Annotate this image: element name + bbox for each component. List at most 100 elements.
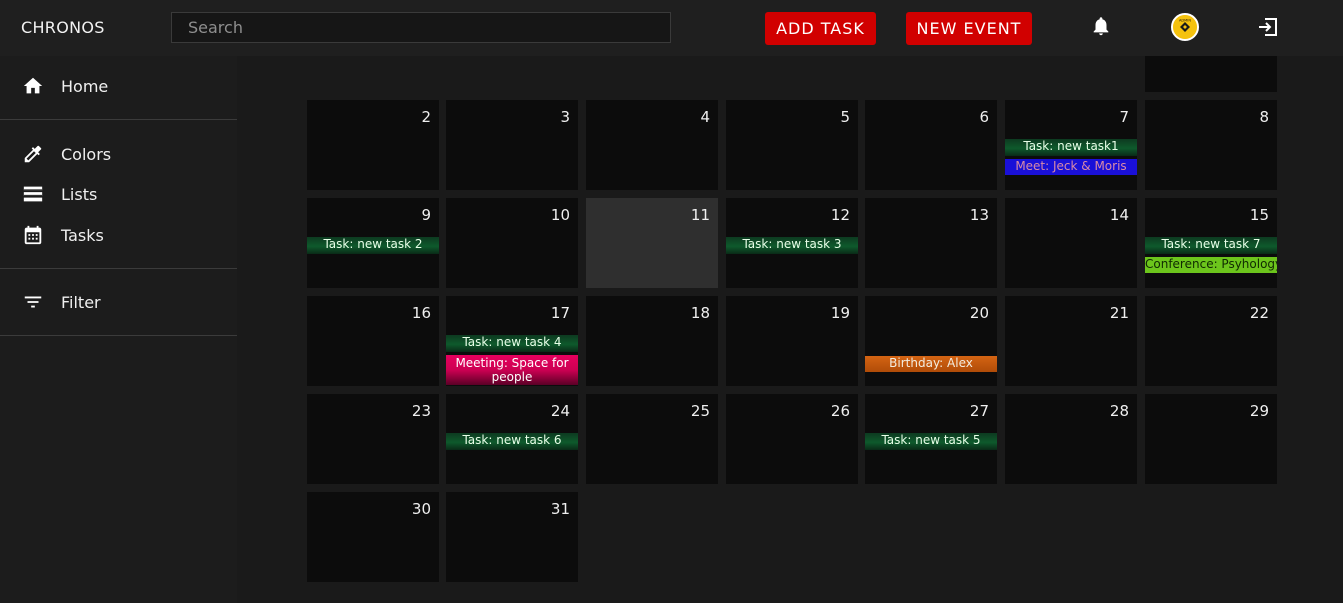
event-task[interactable]: Task: new task 4: [446, 335, 578, 352]
bell-icon[interactable]: [1090, 14, 1112, 38]
day-number: 24: [550, 402, 570, 420]
day-number: 25: [690, 402, 710, 420]
day-number: 9: [421, 206, 431, 224]
sidebar-item-home[interactable]: Home: [0, 69, 237, 103]
calendar-cell-26[interactable]: 26: [726, 394, 858, 484]
calendar-cell-14[interactable]: 14: [1005, 198, 1137, 288]
day-number: 22: [1249, 304, 1269, 322]
sidebar-item-filter[interactable]: Filter: [0, 285, 237, 319]
calendar-cell-8[interactable]: 8: [1145, 100, 1277, 190]
filter-icon: [22, 291, 44, 313]
calendar-cell-21[interactable]: 21: [1005, 296, 1137, 386]
event-task[interactable]: Task: new task 6: [446, 433, 578, 450]
day-number: 20: [969, 304, 989, 322]
day-number: 26: [830, 402, 850, 420]
day-number: 2: [421, 108, 431, 126]
calendar-icon: [22, 224, 44, 246]
calendar-cell-prev-row[interactable]: [1145, 56, 1277, 92]
day-number: 28: [1109, 402, 1129, 420]
day-number: 12: [830, 206, 850, 224]
calendar-cell-29[interactable]: 29: [1145, 394, 1277, 484]
day-number: 7: [1119, 108, 1129, 126]
sidebar-divider: [0, 268, 237, 269]
calendar-cell-6[interactable]: 6: [865, 100, 997, 190]
calendar-cell-17[interactable]: 17 Task: new task 4 Meeting: Space for p…: [446, 296, 578, 386]
calendar-cell-22[interactable]: 22: [1145, 296, 1277, 386]
calendar-cell-today[interactable]: 11: [586, 198, 718, 288]
day-number: 23: [411, 402, 431, 420]
event-birthday[interactable]: Birthday: Alex: [865, 356, 997, 372]
new-event-button[interactable]: NEW EVENT: [906, 12, 1032, 45]
eyedropper-icon: [22, 143, 44, 165]
sidebar-item-label: Tasks: [61, 225, 104, 245]
avatar[interactable]: ADMIN: [1171, 13, 1199, 41]
day-number: 13: [969, 206, 989, 224]
day-number: 8: [1259, 108, 1269, 126]
event-task[interactable]: Task: new task 3: [726, 237, 858, 254]
calendar-cell-24[interactable]: 24 Task: new task 6: [446, 394, 578, 484]
avatar-text: ADMIN: [1179, 19, 1191, 23]
sidebar-item-tasks[interactable]: Tasks: [0, 218, 237, 252]
event-task[interactable]: Task: new task 2: [307, 237, 439, 254]
day-number: 30: [411, 500, 431, 518]
calendar-cell-23[interactable]: 23: [307, 394, 439, 484]
calendar-cell-16[interactable]: 16: [307, 296, 439, 386]
event-task[interactable]: Task: new task 5: [865, 433, 997, 450]
logout-icon[interactable]: [1256, 15, 1280, 39]
day-number: 18: [690, 304, 710, 322]
day-number: 31: [550, 500, 570, 518]
sidebar-divider: [0, 119, 237, 120]
list-icon: [22, 183, 44, 205]
sidebar-item-label: Lists: [61, 184, 98, 204]
sidebar-item-colors[interactable]: Colors: [0, 137, 237, 171]
app-title[interactable]: CHRONOS: [21, 18, 105, 37]
sidebar-item-lists[interactable]: Lists: [0, 177, 237, 211]
home-icon: [22, 75, 44, 97]
calendar-cell-30[interactable]: 30: [307, 492, 439, 582]
calendar-cell-15[interactable]: 15 Task: new task 7 Conference: Psyholog…: [1145, 198, 1277, 288]
day-number: 17: [550, 304, 570, 322]
day-number: 19: [830, 304, 850, 322]
day-number: 16: [411, 304, 431, 322]
day-number: 14: [1109, 206, 1129, 224]
calendar-cell-10[interactable]: 10: [446, 198, 578, 288]
sidebar-item-label: Filter: [61, 292, 101, 312]
event-meeting[interactable]: Meeting: Space for people: [446, 355, 578, 385]
calendar-cell-12[interactable]: 12 Task: new task 3: [726, 198, 858, 288]
add-task-button[interactable]: ADD TASK: [765, 12, 876, 45]
sidebar-item-label: Home: [61, 76, 109, 96]
calendar-cell-20[interactable]: 20 Birthday: Alex: [865, 296, 997, 386]
calendar-cell-25[interactable]: 25: [586, 394, 718, 484]
search-input[interactable]: [171, 12, 671, 43]
day-number: 27: [969, 402, 989, 420]
calendar-cell-2[interactable]: 2: [307, 100, 439, 190]
calendar-cell-28[interactable]: 28: [1005, 394, 1137, 484]
calendar-cell-18[interactable]: 18: [586, 296, 718, 386]
day-number: 15: [1249, 206, 1269, 224]
sidebar: Home Colors Lists Tasks Filter: [0, 56, 237, 603]
calendar-cell-4[interactable]: 4: [586, 100, 718, 190]
calendar-cell-13[interactable]: 13: [865, 198, 997, 288]
day-number: 4: [700, 108, 710, 126]
event-conference[interactable]: Conference: Psyhology: [1145, 257, 1277, 273]
event-meet[interactable]: Meet: Jeck & Moris: [1005, 159, 1137, 175]
day-number: 3: [560, 108, 570, 126]
day-number: 6: [979, 108, 989, 126]
sidebar-divider: [0, 335, 237, 336]
calendar-grid: 2 3 4 5 6 7 Task: new task1 Meet: Jeck &…: [237, 56, 1343, 603]
event-task[interactable]: Task: new task1: [1005, 139, 1137, 156]
calendar-cell-9[interactable]: 9 Task: new task 2: [307, 198, 439, 288]
calendar-cell-31[interactable]: 31: [446, 492, 578, 582]
calendar-cell-19[interactable]: 19: [726, 296, 858, 386]
calendar-cell-27[interactable]: 27 Task: new task 5: [865, 394, 997, 484]
day-number: 21: [1109, 304, 1129, 322]
top-bar: CHRONOS ADD TASK NEW EVENT ADMIN: [0, 0, 1343, 56]
day-number: 29: [1249, 402, 1269, 420]
day-number: 11: [690, 206, 710, 224]
event-task[interactable]: Task: new task 7: [1145, 237, 1277, 254]
day-number: 10: [550, 206, 570, 224]
calendar-cell-5[interactable]: 5: [726, 100, 858, 190]
calendar-cell-7[interactable]: 7 Task: new task1 Meet: Jeck & Moris: [1005, 100, 1137, 190]
calendar-cell-3[interactable]: 3: [446, 100, 578, 190]
day-number: 5: [840, 108, 850, 126]
